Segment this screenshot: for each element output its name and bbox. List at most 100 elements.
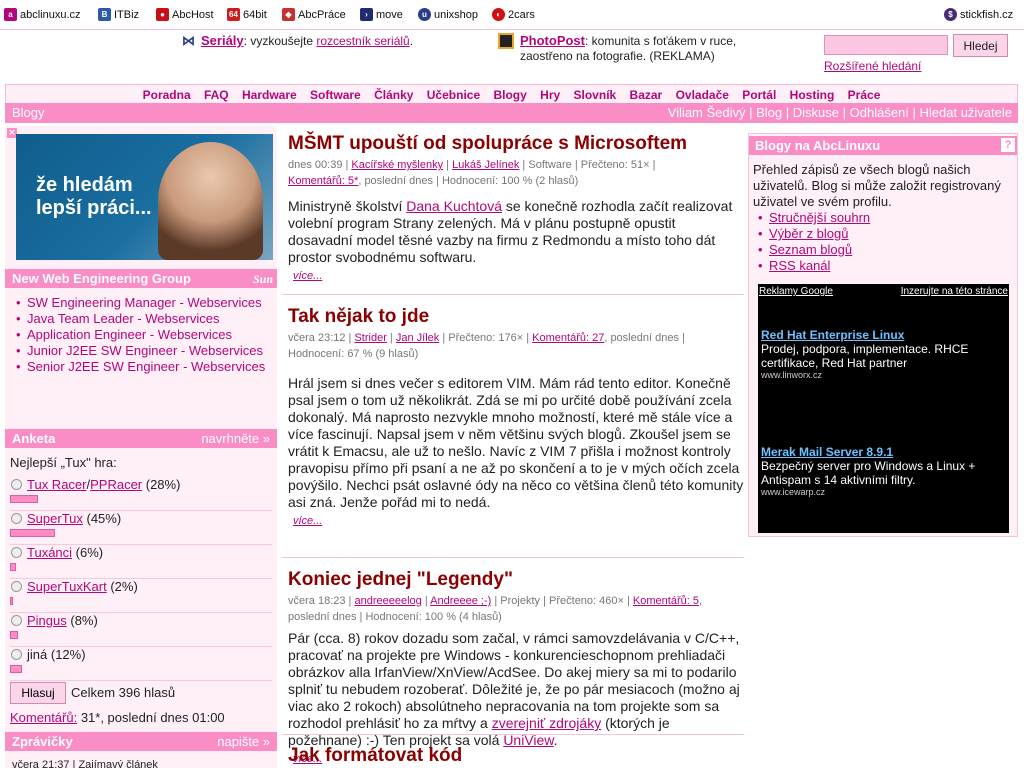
net-link-abclinuxu[interactable]: a abclinuxu.cz [4,8,81,21]
serialy-rozcestnik-link[interactable]: rozcestník seriálů [316,34,409,48]
list-item: RSS kanál [757,258,870,274]
entry-title[interactable]: Koniec jednej "Legendy" [288,569,513,590]
nav-hardware[interactable]: Hardware [242,88,297,102]
ad-item[interactable]: Merak Mail Server 8.9.1 Bezpečný server … [761,445,1006,497]
nav-slovnik[interactable]: Slovník [574,88,617,102]
poll-option-link[interactable]: SuperTux [27,511,83,526]
poll-radio[interactable] [11,615,22,626]
entry-blog-link[interactable]: Kacířské myšlenky [351,159,443,171]
poll-option-link[interactable]: PPRacer [90,477,142,492]
nav-portal[interactable]: Portál [742,88,776,102]
banner-line-1: že hledám [36,174,133,196]
rss-link[interactable]: RSS kanál [769,258,830,273]
poll-option-percent: (12%) [47,647,86,662]
abcprace-icon: ◆ [282,8,295,21]
list-item: Java Team Leader - Webservices [15,311,270,327]
logout-link[interactable]: Odhlášení [850,105,909,120]
entry-reads: Přečteno: 176× [448,332,524,344]
ad-title[interactable]: Red Hat Enterprise Linux [761,328,1006,342]
poll-vote-button[interactable]: Hlasuj [10,682,66,704]
job-link[interactable]: Junior J2EE SW Engineer - Webservices [27,343,263,358]
nav-ovladace[interactable]: Ovladače [676,88,729,102]
help-icon[interactable]: ? [1001,138,1015,152]
entry-body-link[interactable]: zverejniť zdrojáky [492,715,602,731]
advanced-search-link[interactable]: Rozšířené hledání [824,59,921,73]
job-link[interactable]: Application Engineer - Webservices [27,327,232,342]
entry-author-link[interactable]: Lukáš Jelínek [452,159,519,171]
stickfish-icon: $ [944,8,957,21]
photopost-text: PhotoPost: komunita s foťákem v ruce, za… [520,33,768,64]
blogs-summary-link[interactable]: Stručnější souhrn [769,210,870,225]
entry-title[interactable]: Jak formátovat kód [288,745,462,766]
poll-option-link[interactable]: Tuxánci [27,545,72,560]
entry-comments-link[interactable]: Komentářů: 5 [633,595,699,607]
find-user-link[interactable]: Hledat uživatele [920,105,1013,120]
entry-title[interactable]: Tak nějak to jde [288,306,429,327]
nav-prace[interactable]: Práce [848,88,881,102]
entry-comments-link[interactable]: Komentářů: 27 [532,332,604,344]
network-bar: a abclinuxu.cz B ITBiz ● AbcHost 64 64bi… [0,0,1024,30]
ads-label-link[interactable]: Reklamy Google [759,286,833,297]
ad-item[interactable]: Red Hat Enterprise Linux Prodej, podpora… [761,328,1006,380]
net-link-label: ITBiz [114,8,140,21]
entry-comments-link[interactable]: Komentářů: 5* [288,175,358,187]
news-item[interactable]: včera 21:37 | Zajímavý článek [12,759,158,768]
net-link-move[interactable]: › move [360,8,403,21]
blogs-digest-link[interactable]: Výběr z blogů [769,226,849,241]
poll-option-percent: (2%) [106,579,138,594]
entry-blog-link[interactable]: Strider [354,332,386,344]
net-link-itbiz[interactable]: B ITBiz [98,8,139,21]
nav-bazar[interactable]: Bazar [630,88,663,102]
ads-advertise-link[interactable]: Inzerujte na této stránce [901,286,1008,297]
net-link-abchost[interactable]: ● AbcHost [156,8,214,21]
nav-hry[interactable]: Hry [540,88,560,102]
poll-radio[interactable] [11,479,22,490]
net-link-abcprace[interactable]: ◆ AbcPráce [282,8,346,21]
nav-faq[interactable]: FAQ [204,88,229,102]
job-ad-banner[interactable]: že hledám lepší práci... [16,134,273,260]
serialy-link[interactable]: Seriály [201,33,244,48]
nav-hosting[interactable]: Hosting [790,88,835,102]
entry-body: Ministryně školství Dana Kuchtová se kon… [288,198,744,266]
nav-ucebnice[interactable]: Učebnice [427,88,480,102]
poll-option-link[interactable]: SuperTuxKart [27,579,107,594]
blogs-intro: Přehled zápisů ze všech blogů našich uži… [753,162,1001,209]
poll-question: Nejlepší „Tux" hra: [10,455,117,470]
nav-software[interactable]: Software [310,88,361,102]
nav-blogy[interactable]: Blogy [493,88,526,102]
poll-radio[interactable] [11,649,22,660]
entry-more-link[interactable]: více... [293,515,322,527]
entry-blog-link[interactable]: andreeeeelog [354,595,421,607]
job-link[interactable]: SW Engineering Manager - Webservices [27,295,262,310]
net-link-unixshop[interactable]: u unixshop [418,8,478,21]
blogs-list-link[interactable]: Seznam blogů [769,242,852,257]
search-input[interactable] [824,35,948,55]
nav-poradna[interactable]: Poradna [143,88,191,102]
user-blog-link[interactable]: Blog [756,105,782,120]
job-link[interactable]: Java Team Leader - Webservices [27,311,219,326]
poll-option-link[interactable]: Pingus [27,613,67,628]
job-link[interactable]: Senior J2EE SW Engineer - Webservices [27,359,265,374]
poll-suggest-link[interactable]: navrhněte » [201,431,270,446]
poll-radio[interactable] [11,513,22,524]
poll-comments-link[interactable]: Komentářů: [10,710,77,725]
entry-title[interactable]: MŠMT upouští od spolupráce s Microsoftem [288,133,687,154]
search-button[interactable]: Hledej [953,34,1008,57]
user-discussions-link[interactable]: Diskuse [793,105,839,120]
poll-option-link[interactable]: Tux Racer [27,477,86,492]
photopost-link[interactable]: PhotoPost [520,33,585,48]
news-write-link[interactable]: napište » [217,734,270,749]
net-link-64bit[interactable]: 64 64bit [227,8,267,21]
poll-radio[interactable] [11,581,22,592]
entry-body-link[interactable]: Dana Kuchtová [406,198,502,214]
net-link-2cars[interactable]: ◐ 2cars [492,8,535,21]
entry-author-link[interactable]: Andreeee ;-) [430,595,491,607]
user-name-link[interactable]: Viliam Šedivý [668,105,746,120]
poll-radio[interactable] [11,547,22,558]
entry-category: Software [528,159,572,171]
nav-clanky[interactable]: Články [374,88,413,102]
ad-title[interactable]: Merak Mail Server 8.9.1 [761,445,1006,459]
entry-author-link[interactable]: Jan Jílek [396,332,439,344]
net-link-stickfish[interactable]: $ stickfish.cz [944,8,1013,21]
entry-more-link[interactable]: více... [293,270,322,282]
